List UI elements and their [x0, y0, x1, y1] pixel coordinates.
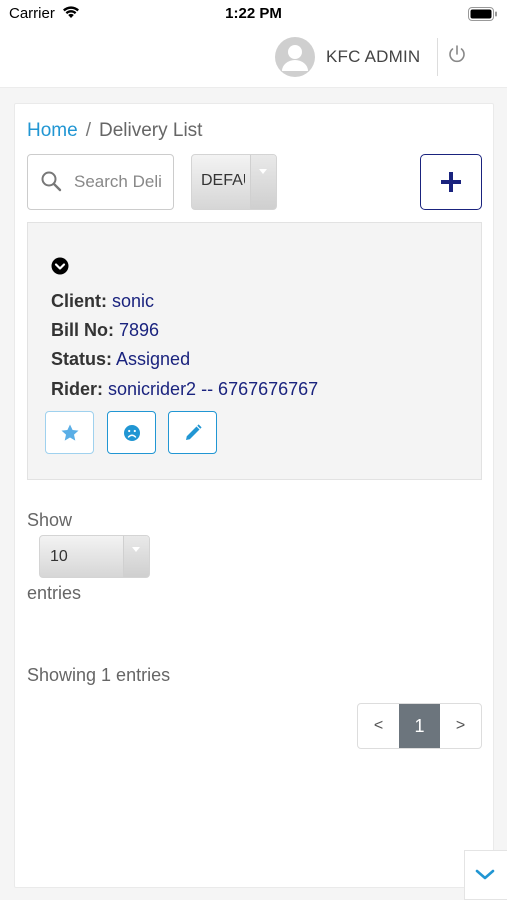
- sad-face-icon: [124, 425, 140, 441]
- filter-select-value: DEFAULT: [201, 172, 245, 189]
- battery-icon: [468, 7, 498, 21]
- dropdown-arrow-icon: [132, 547, 140, 552]
- user-name[interactable]: KFC ADMIN: [326, 47, 420, 67]
- bill-value: 7896: [119, 320, 160, 340]
- rate-button[interactable]: [45, 411, 94, 454]
- power-icon[interactable]: [446, 43, 468, 70]
- complaint-button[interactable]: [107, 411, 156, 454]
- pencil-icon: [186, 424, 202, 440]
- rider-label: Rider:: [51, 379, 104, 399]
- entries-label: entries: [27, 583, 82, 603]
- show-label: Show: [27, 510, 73, 530]
- breadcrumb-separator: /: [85, 120, 91, 141]
- status-value: Assigned: [116, 349, 191, 369]
- page-length-select[interactable]: 10: [39, 535, 150, 578]
- filter-select[interactable]: DEFAULT: [191, 154, 277, 210]
- status-row: Status: Assigned: [51, 349, 190, 370]
- clock: 1:22 PM: [225, 5, 282, 22]
- pagination-next-button[interactable]: >: [440, 704, 481, 748]
- pagination: < 1 >: [357, 703, 482, 749]
- client-value: sonic: [112, 291, 155, 311]
- search-box[interactable]: [27, 154, 174, 210]
- dropdown-arrow-icon: [259, 169, 267, 174]
- breadcrumb-home-link[interactable]: Home: [27, 120, 78, 141]
- filter-dropdown-toggle: [250, 155, 276, 209]
- status-bar: Carrier 1:22 PM: [0, 0, 507, 28]
- edit-button[interactable]: [168, 411, 217, 454]
- chevron-down-icon[interactable]: [51, 257, 69, 280]
- breadcrumb-current: Delivery List: [98, 120, 203, 141]
- bill-label: Bill No:: [51, 320, 114, 340]
- header-divider: [437, 38, 438, 76]
- star-icon: [61, 424, 79, 441]
- table-info: Showing 1 entries: [27, 665, 171, 685]
- chevron-down-icon: [475, 869, 495, 880]
- search-input[interactable]: [74, 155, 173, 209]
- page-length-value: 10: [50, 548, 68, 565]
- scroll-down-button[interactable]: [464, 850, 507, 900]
- pagination-prev-button[interactable]: <: [358, 704, 399, 748]
- client-label: Client:: [51, 291, 107, 311]
- avatar-icon[interactable]: [275, 37, 315, 77]
- delivery-card: Home/Delivery List DEFAULT Cli: [14, 103, 494, 888]
- breadcrumb: Home / Delivery List: [27, 120, 202, 142]
- rider-row: Rider: sonicrider2 -- 6767676767: [51, 379, 318, 400]
- client-row: Client: sonic: [51, 291, 154, 312]
- delivery-list-item: Client: sonic Bill No: 7896 Status: Assi…: [27, 222, 482, 480]
- rider-value: sonicrider2 -- 6767676767: [108, 379, 319, 399]
- add-delivery-button[interactable]: [420, 154, 482, 210]
- pagination-page-1[interactable]: 1: [399, 704, 440, 748]
- page-length-dropdown-toggle: [123, 536, 149, 577]
- app-header: KFC ADMIN: [0, 28, 507, 88]
- search-icon: [40, 170, 62, 197]
- bill-row: Bill No: 7896: [51, 320, 159, 341]
- status-label: Status:: [51, 349, 113, 369]
